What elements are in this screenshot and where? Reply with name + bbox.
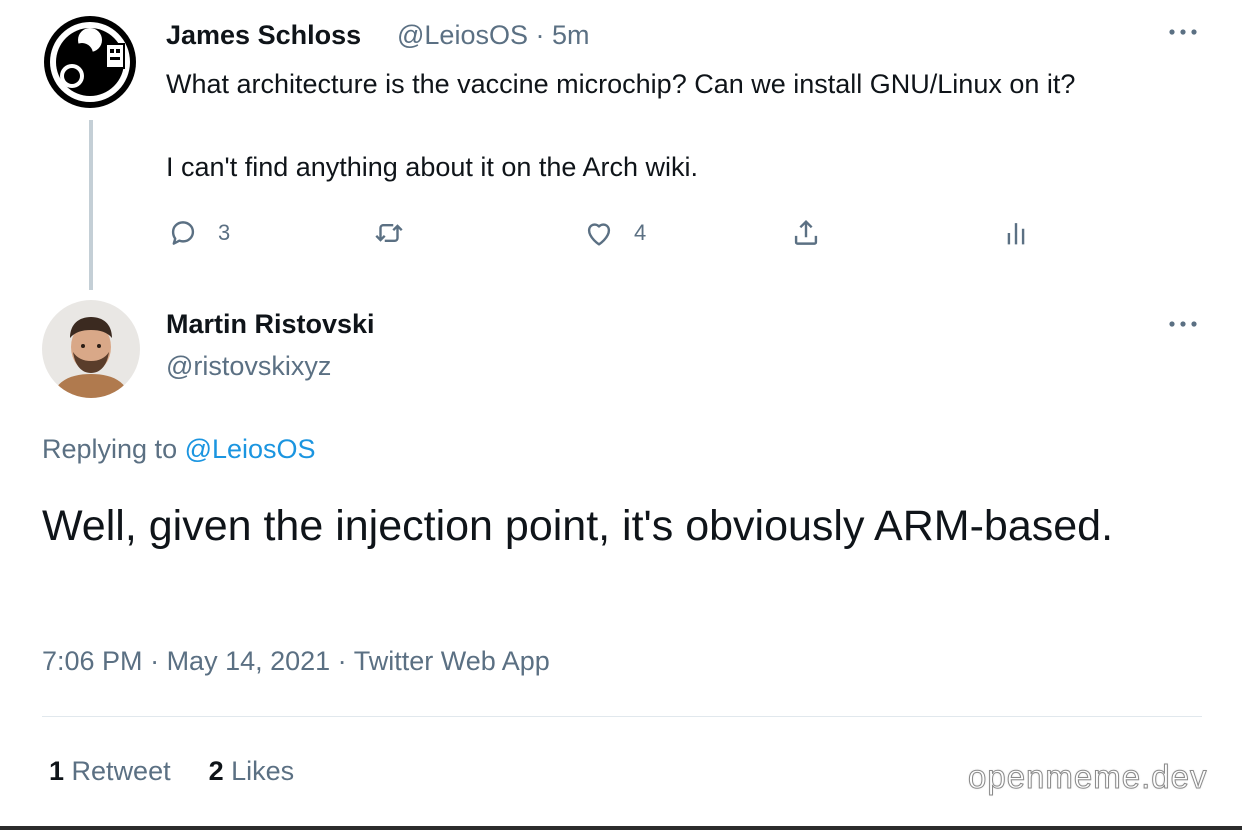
replying-to-handle-link[interactable]: @LeiosOS [185, 434, 316, 464]
more-icon[interactable] [1166, 314, 1200, 334]
share-icon [794, 219, 818, 245]
retweets-count: 1 [49, 756, 65, 786]
like-button[interactable]: 4 [582, 214, 646, 252]
tweet-source[interactable]: Twitter Web App [354, 646, 550, 676]
likes-label: Likes [231, 756, 295, 786]
likes-stat[interactable]: 2 Likes [209, 756, 295, 786]
like-icon [587, 223, 611, 246]
separator-dot: · [330, 646, 354, 676]
tweet-date[interactable]: May 14, 2021 [167, 646, 331, 676]
tweet-text-line: I can't find anything about it on the Ar… [166, 152, 698, 182]
author-name[interactable]: James Schloss [166, 20, 361, 51]
retweets-label: Retweet [71, 756, 171, 786]
share-button[interactable] [789, 214, 823, 252]
reply-icon [171, 221, 195, 245]
retweet-icon [375, 224, 403, 242]
author-handle-time[interactable]: @LeiosOS · 5m [397, 20, 589, 51]
divider [42, 716, 1202, 717]
retweet-button[interactable] [372, 214, 406, 252]
replying-to-label: Replying to [42, 434, 185, 464]
bottom-border [0, 826, 1242, 830]
likes-count: 2 [208, 756, 224, 786]
like-count: 4 [634, 220, 647, 245]
author-name[interactable]: Martin Ristovski [166, 309, 375, 340]
thread-connector-line [89, 120, 93, 290]
avatar-martin[interactable] [42, 300, 140, 398]
reply-button[interactable]: 3 [166, 214, 230, 252]
replying-to: Replying to @LeiosOS [42, 434, 316, 465]
reply-count: 3 [218, 220, 231, 245]
author-handle[interactable]: @ristovskixyz [166, 351, 331, 382]
tweet-text-line: What architecture is the vaccine microch… [166, 69, 1076, 99]
retweets-stat[interactable]: 1 Retweet [49, 756, 171, 786]
engagement-stats: 1 Retweet 2 Likes [49, 756, 294, 787]
watermark: openmeme.dev [967, 758, 1208, 796]
tweet-text: Well, given the injection point, it's ob… [42, 502, 1114, 550]
more-icon[interactable] [1166, 22, 1200, 42]
tweet-time[interactable]: 7:06 PM [42, 646, 143, 676]
analytics-icon [1007, 223, 1025, 245]
analytics-button[interactable] [999, 214, 1033, 252]
separator-dot: · [142, 646, 167, 676]
avatar-james[interactable] [42, 14, 138, 110]
tweet-metadata: 7:06 PM · May 14, 2021 · Twitter Web App [42, 646, 550, 677]
